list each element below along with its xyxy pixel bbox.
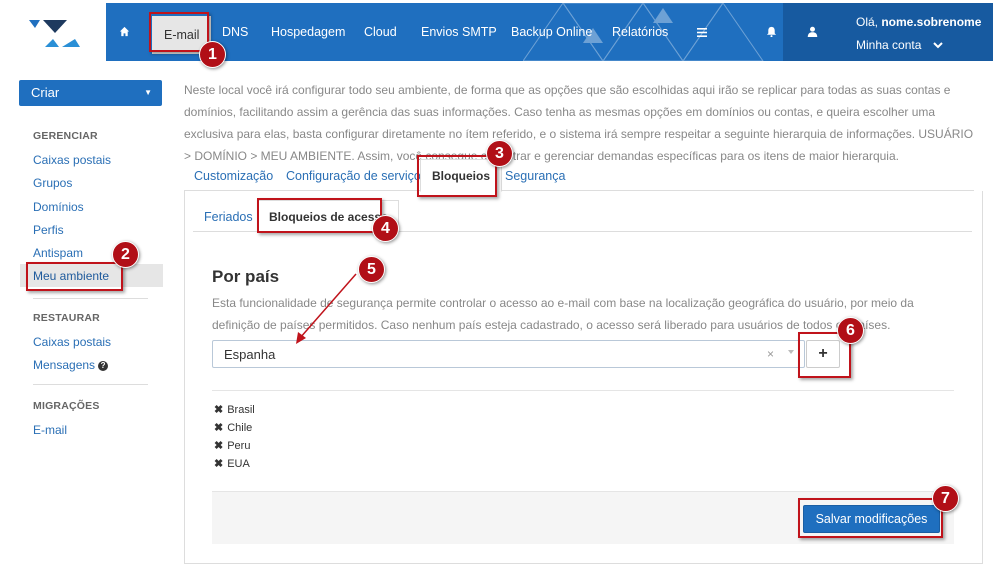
sidebar-item-grupos[interactable]: Grupos: [33, 176, 72, 190]
tab-customizacao[interactable]: Customização: [194, 169, 273, 183]
country-label: EUA: [227, 458, 250, 470]
intro-text: Neste local você irá configurar todo seu…: [184, 83, 974, 163]
list-item: ✖ EUA: [214, 457, 250, 470]
sidebar-item-antispam[interactable]: Antispam: [33, 246, 83, 260]
nav-backup-online[interactable]: Backup Online: [511, 3, 592, 61]
sidebar-divider: [33, 384, 148, 385]
help-icon[interactable]: ?: [98, 361, 109, 371]
remove-icon[interactable]: ✖: [214, 422, 223, 434]
sidebar-item-dominios[interactable]: Domínios: [33, 200, 84, 214]
dropdown-arrow-icon[interactable]: [788, 350, 794, 354]
sidebar-item-caixas-postais[interactable]: Caixas postais: [33, 153, 111, 167]
sidebar-item-mensagens[interactable]: Mensagens?: [33, 358, 109, 372]
remove-icon[interactable]: ✖: [214, 440, 223, 452]
main-tabs: Customização Configuração de serviços Bl…: [184, 159, 974, 192]
sidebar-heading-migrations: MIGRAÇÕES: [33, 400, 100, 412]
country-label: Peru: [227, 440, 251, 452]
annotation-badge-5: 5: [358, 256, 385, 283]
mensagens-label: Mensagens: [33, 358, 96, 372]
nav-envios-smtp[interactable]: Envios SMTP: [421, 3, 497, 61]
bell-icon[interactable]: [766, 3, 777, 61]
highlight-bloqueios-acesso: [257, 198, 382, 233]
highlight-save: [798, 498, 943, 538]
sidebar-item-migration-email[interactable]: E-mail: [33, 423, 67, 437]
nav-cloud[interactable]: Cloud: [364, 3, 397, 61]
nav-hospedagem[interactable]: Hospedagem: [271, 3, 345, 61]
annotation-badge-6: 6: [837, 317, 864, 344]
remove-icon[interactable]: ✖: [214, 404, 223, 416]
section-title: Por país: [212, 267, 280, 286]
account-menu[interactable]: Minha conta: [856, 38, 943, 52]
sidebar-item-restore-caixas[interactable]: Caixas postais: [33, 335, 111, 349]
create-label: Criar: [31, 85, 60, 100]
home-icon[interactable]: [119, 3, 130, 61]
country-label: Chile: [227, 422, 253, 434]
caret-down-icon: ▼: [144, 88, 152, 97]
sidebar-divider: [33, 298, 148, 299]
subtab-feriados[interactable]: Feriados: [204, 210, 253, 224]
chevron-down-icon: [933, 42, 943, 49]
annotation-badge-2: 2: [112, 241, 139, 268]
highlight-email: [149, 12, 209, 52]
create-button[interactable]: Criar ▼: [19, 80, 162, 106]
sidebar-heading-manage: GERENCIAR: [33, 130, 98, 142]
logo[interactable]: [5, 3, 103, 61]
country-label: Brasil: [227, 404, 255, 416]
annotation-badge-7: 7: [932, 485, 959, 512]
user-icon[interactable]: [807, 3, 818, 61]
list-item: ✖ Brasil: [214, 403, 255, 416]
highlight-bloqueios: [417, 155, 497, 197]
annotation-badge-1: 1: [199, 41, 226, 68]
user-box: Olá, nome.sobrenome Minha conta: [766, 3, 993, 61]
account-label: Minha conta: [856, 38, 922, 52]
sidebar-item-perfis[interactable]: Perfis: [33, 223, 64, 237]
remove-icon[interactable]: ✖: [214, 458, 223, 470]
divider: [212, 390, 954, 391]
hamburger-icon[interactable]: [697, 3, 707, 61]
annotation-arrow: [296, 273, 357, 344]
nav-relatorios[interactable]: Relatórios: [612, 3, 668, 61]
annotation-badge-3: 3: [486, 140, 513, 167]
username: nome.sobrenome: [881, 15, 982, 29]
annotation-badge-4: 4: [372, 215, 399, 242]
nav-dns[interactable]: DNS: [222, 3, 248, 61]
country-select-value: Espanha: [224, 347, 276, 362]
tab-configuracao-servicos[interactable]: Configuração de serviços: [286, 169, 427, 183]
clear-icon[interactable]: ×: [767, 347, 774, 361]
list-item: ✖ Peru: [214, 439, 250, 452]
list-item: ✖ Chile: [214, 421, 252, 434]
sidebar-heading-restore: RESTAURAR: [33, 312, 100, 324]
highlight-meu-ambiente: [26, 262, 123, 291]
logo-mark: [29, 20, 80, 47]
tab-seguranca[interactable]: Segurança: [505, 169, 565, 183]
greeting: Olá, nome.sobrenome: [856, 15, 982, 29]
